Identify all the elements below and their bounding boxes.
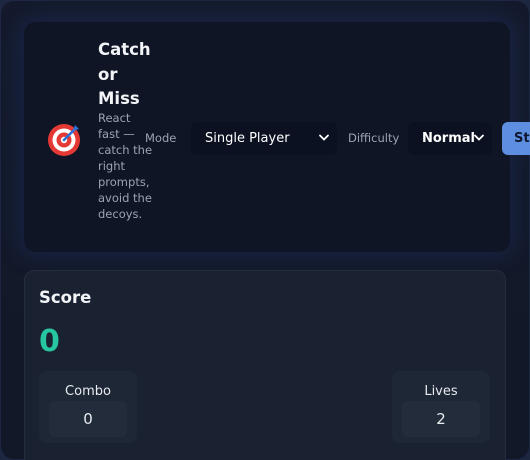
difficulty-select[interactable]: Normal: [408, 122, 492, 155]
lives-value: 2: [402, 401, 480, 437]
app-window: Catch or Miss React fast — catch the rig…: [0, 0, 530, 460]
chevron-down-icon: [474, 134, 484, 141]
score-label: Score: [39, 288, 92, 307]
mode-label: Mode: [145, 131, 177, 145]
lives-stat: Lives 2: [392, 371, 490, 443]
combo-stat: Combo 0: [39, 371, 137, 443]
app-title: Catch or Miss: [98, 40, 151, 108]
score-value: 0: [39, 324, 60, 359]
target-dart-icon: [48, 124, 80, 156]
difficulty-label: Difficulty: [348, 131, 400, 145]
chevron-down-icon: [319, 134, 329, 141]
mode-select[interactable]: Single Player: [191, 122, 337, 155]
combo-value: 0: [49, 401, 127, 437]
lives-label: Lives: [424, 384, 458, 399]
combo-label: Combo: [65, 384, 111, 399]
mode-select-value: Single Player: [205, 131, 290, 146]
difficulty-select-value: Normal: [422, 131, 475, 146]
start-button[interactable]: Start: [502, 122, 530, 155]
app-subtitle: React fast — catch the right prompts, av…: [98, 111, 153, 221]
